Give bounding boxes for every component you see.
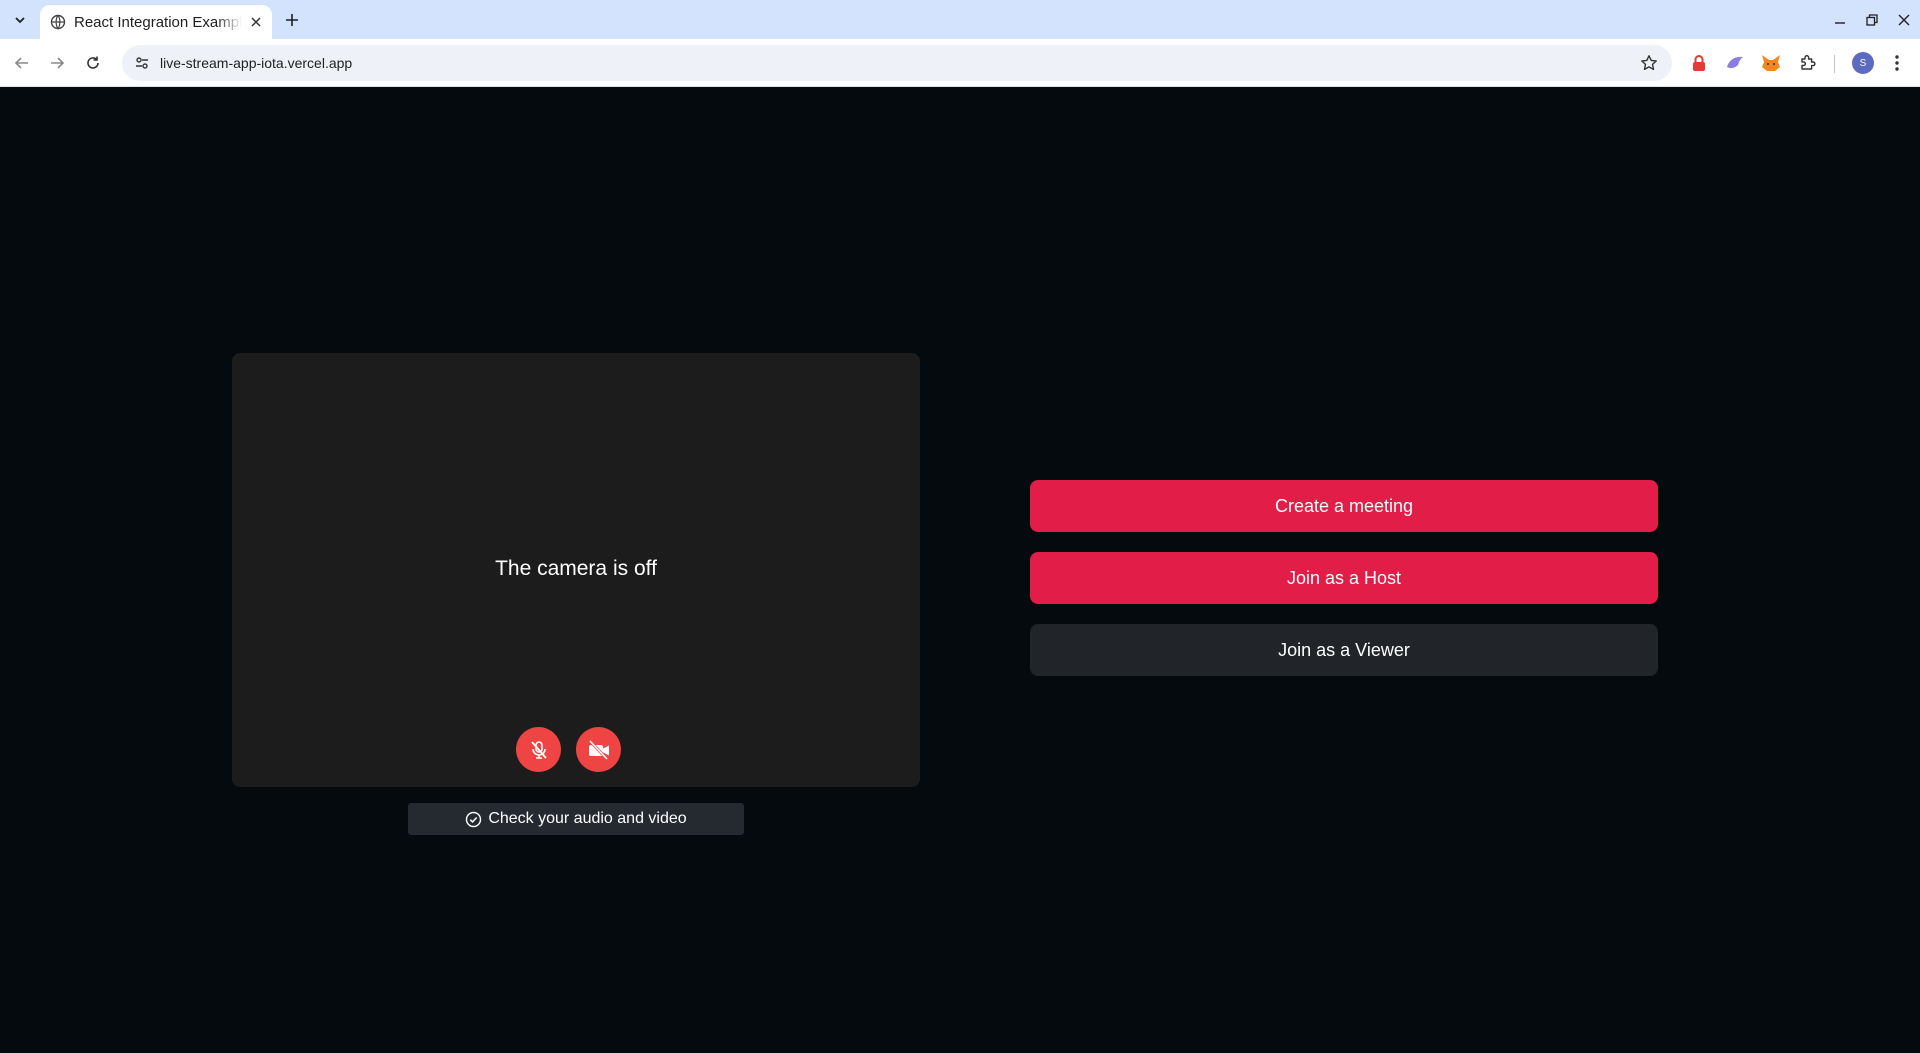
bookmark-star-icon[interactable] bbox=[1640, 54, 1658, 72]
tab-search-button[interactable] bbox=[8, 8, 32, 32]
close-window-button[interactable] bbox=[1888, 0, 1920, 39]
browser-toolbar: live-stream-app-iota.vercel.app S bbox=[0, 39, 1920, 87]
reload-button[interactable] bbox=[81, 51, 105, 75]
join-as-viewer-label: Join as a Viewer bbox=[1278, 639, 1410, 660]
close-icon bbox=[1898, 14, 1910, 25]
tab-title: React Integration Example bbox=[74, 13, 242, 31]
check-audio-video-label: Check your audio and video bbox=[488, 810, 687, 827]
arrow-left-icon bbox=[14, 57, 28, 69]
page-content: The camera is off Check your audio and v… bbox=[0, 87, 1920, 1053]
site-settings-icon[interactable] bbox=[130, 51, 154, 75]
browser-tab-strip: React Integration Example bbox=[0, 0, 1920, 39]
restore-icon bbox=[1866, 13, 1878, 26]
forward-button[interactable] bbox=[45, 51, 69, 75]
address-bar[interactable]: live-stream-app-iota.vercel.app bbox=[122, 45, 1672, 81]
join-as-host-label: Join as a Host bbox=[1286, 567, 1402, 588]
minimize-button[interactable] bbox=[1824, 0, 1856, 39]
toggle-mic-button[interactable] bbox=[516, 727, 561, 772]
mic-off-icon bbox=[530, 740, 547, 759]
create-meeting-label: Create a meeting bbox=[1274, 495, 1414, 516]
join-as-host-button[interactable]: Join as a Host bbox=[1030, 552, 1658, 604]
restore-button[interactable] bbox=[1856, 0, 1888, 39]
url-text: live-stream-app-iota.vercel.app bbox=[160, 55, 353, 71]
new-tab-button[interactable] bbox=[280, 8, 304, 32]
check-audio-video-button[interactable]: Check your audio and video bbox=[408, 803, 744, 835]
metamask-fox-icon[interactable] bbox=[1760, 52, 1782, 74]
arrow-right-icon bbox=[51, 57, 65, 69]
close-tab-icon[interactable] bbox=[248, 14, 264, 30]
profile-initial: S bbox=[1859, 57, 1867, 69]
toggle-camera-button[interactable] bbox=[576, 727, 621, 772]
video-preview: The camera is off bbox=[232, 353, 920, 787]
create-meeting-button[interactable]: Create a meeting bbox=[1030, 480, 1658, 532]
browser-tab-active[interactable]: React Integration Example bbox=[40, 5, 272, 39]
plus-icon bbox=[286, 14, 298, 26]
back-button[interactable] bbox=[10, 51, 34, 75]
more-vertical-icon bbox=[1895, 55, 1899, 71]
chevron-down-icon bbox=[15, 17, 25, 24]
minimize-icon bbox=[1835, 21, 1845, 24]
globe-icon bbox=[50, 14, 66, 30]
ai-extension-icon[interactable] bbox=[1724, 52, 1746, 74]
extensions-puzzle-icon[interactable] bbox=[1797, 52, 1819, 74]
reload-icon bbox=[87, 56, 99, 69]
toolbar-divider bbox=[1834, 55, 1835, 73]
window-controls bbox=[1824, 0, 1920, 39]
camera-status-text: The camera is off bbox=[495, 557, 657, 580]
password-manager-extension-icon[interactable] bbox=[1688, 52, 1710, 74]
join-as-viewer-button[interactable]: Join as a Viewer bbox=[1030, 624, 1658, 676]
browser-menu-button[interactable] bbox=[1886, 52, 1908, 74]
check-circle-icon bbox=[465, 811, 482, 828]
camera-off-icon bbox=[588, 739, 609, 760]
profile-avatar[interactable]: S bbox=[1852, 52, 1874, 74]
